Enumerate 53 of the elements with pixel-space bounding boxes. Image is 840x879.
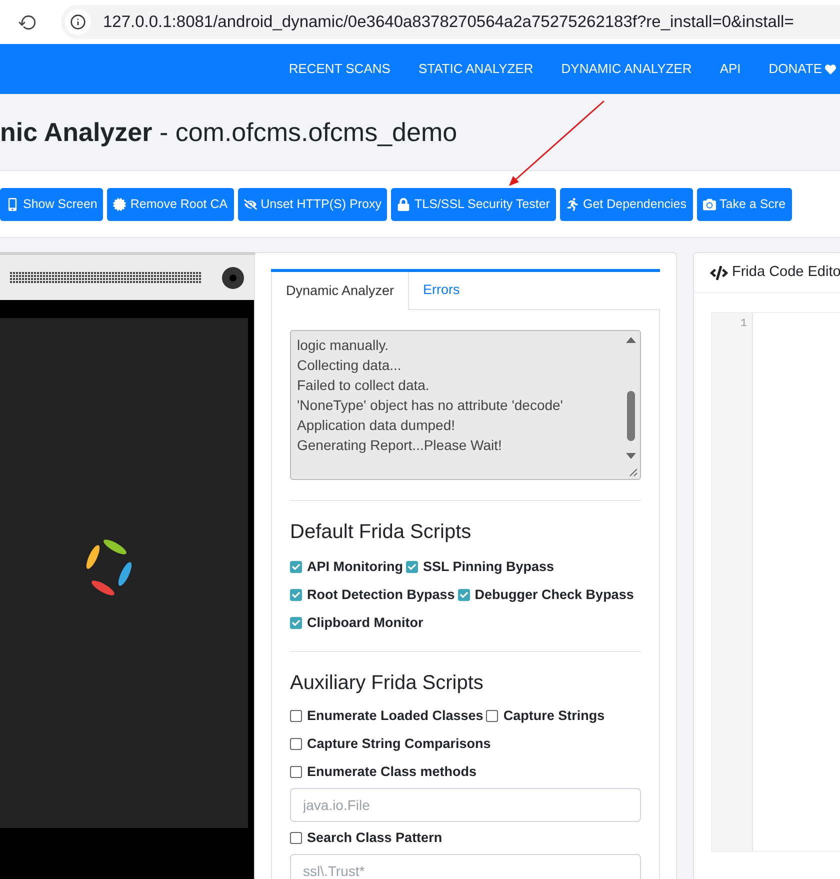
resize-grip-icon[interactable] [628,467,638,477]
action-button[interactable]: Unset HTTP(S) Proxy [238,188,388,220]
action-button[interactable]: Show Screen [0,188,104,220]
checkbox[interactable] [290,561,302,573]
nav-link[interactable]: DONATE [768,59,836,79]
camera-icon [702,198,716,210]
nav-link[interactable]: API [720,59,741,79]
lock-icon [397,198,410,210]
nav-link[interactable]: DYNAMIC ANALYZER [561,59,692,79]
editor-title: Frida Code Edito [732,262,840,282]
line-number: 1 [739,317,747,332]
checkbox[interactable] [486,710,498,722]
eye-slash-icon [244,198,257,210]
checkbox-option[interactable]: Capture Strings [486,706,605,726]
action-button[interactable]: Remove Root CA [107,188,234,220]
log-output-field[interactable]: logic manually. Collecting data... Failed to collect data. 'NoneType' object has no attribute 'decode' Application data dumped! Generating Report...Please Wait! [290,330,641,480]
action-button[interactable]: Take a Scre [696,188,792,220]
running-person-icon [566,198,579,210]
heart-icon [825,64,836,74]
checkbox-option[interactable]: Capture String Comparisons [290,734,491,754]
badge-icon [113,198,126,210]
checkbox-option[interactable]: Enumerate Loaded Classes [290,706,484,726]
camera-icon [222,266,244,288]
section-heading: Auxiliary Frida Scripts [290,671,484,696]
checkbox-option[interactable]: Clipboard Monitor [290,612,424,634]
page-title: nic Analyzer - com.ofcms.ofcms_demo [0,116,458,148]
checkbox-option[interactable]: Enumerate Class methods [290,762,477,782]
action-button[interactable]: Get Dependencies [560,188,693,220]
phone-icon [6,198,19,210]
checkbox-option[interactable]: Root Detection Bypass [290,584,455,606]
checkbox[interactable] [290,589,302,601]
checkbox[interactable] [406,561,418,573]
speaker-grille-icon [10,272,202,284]
code-icon [710,264,728,282]
checkbox[interactable] [290,617,302,629]
checkbox-option[interactable]: SSL Pinning Bypass [406,556,554,578]
checkbox[interactable] [290,738,302,750]
checkbox-option[interactable]: API Monitoring [290,556,403,578]
text-input[interactable]: java.io.File [290,788,641,822]
info-icon[interactable] [70,14,86,30]
tab[interactable]: Errors [409,272,660,310]
nav-link[interactable]: STATIC ANALYZER [418,59,534,79]
checkbox[interactable] [290,710,302,722]
checkbox-option[interactable]: Debugger Check Bypass [458,584,634,606]
action-button[interactable]: TLS/SSL Security Tester [391,188,556,220]
checkbox[interactable] [290,766,302,778]
nav-link[interactable]: RECENT SCANS [288,59,390,79]
text-input[interactable]: ssl\.Trust* [290,854,641,879]
checkbox[interactable] [290,832,302,844]
checkbox[interactable] [458,589,470,601]
checkbox-option[interactable]: Search Class Pattern [290,828,442,848]
section-heading: Default Frida Scripts [290,520,472,545]
tab[interactable]: Dynamic Analyzer [271,272,410,310]
